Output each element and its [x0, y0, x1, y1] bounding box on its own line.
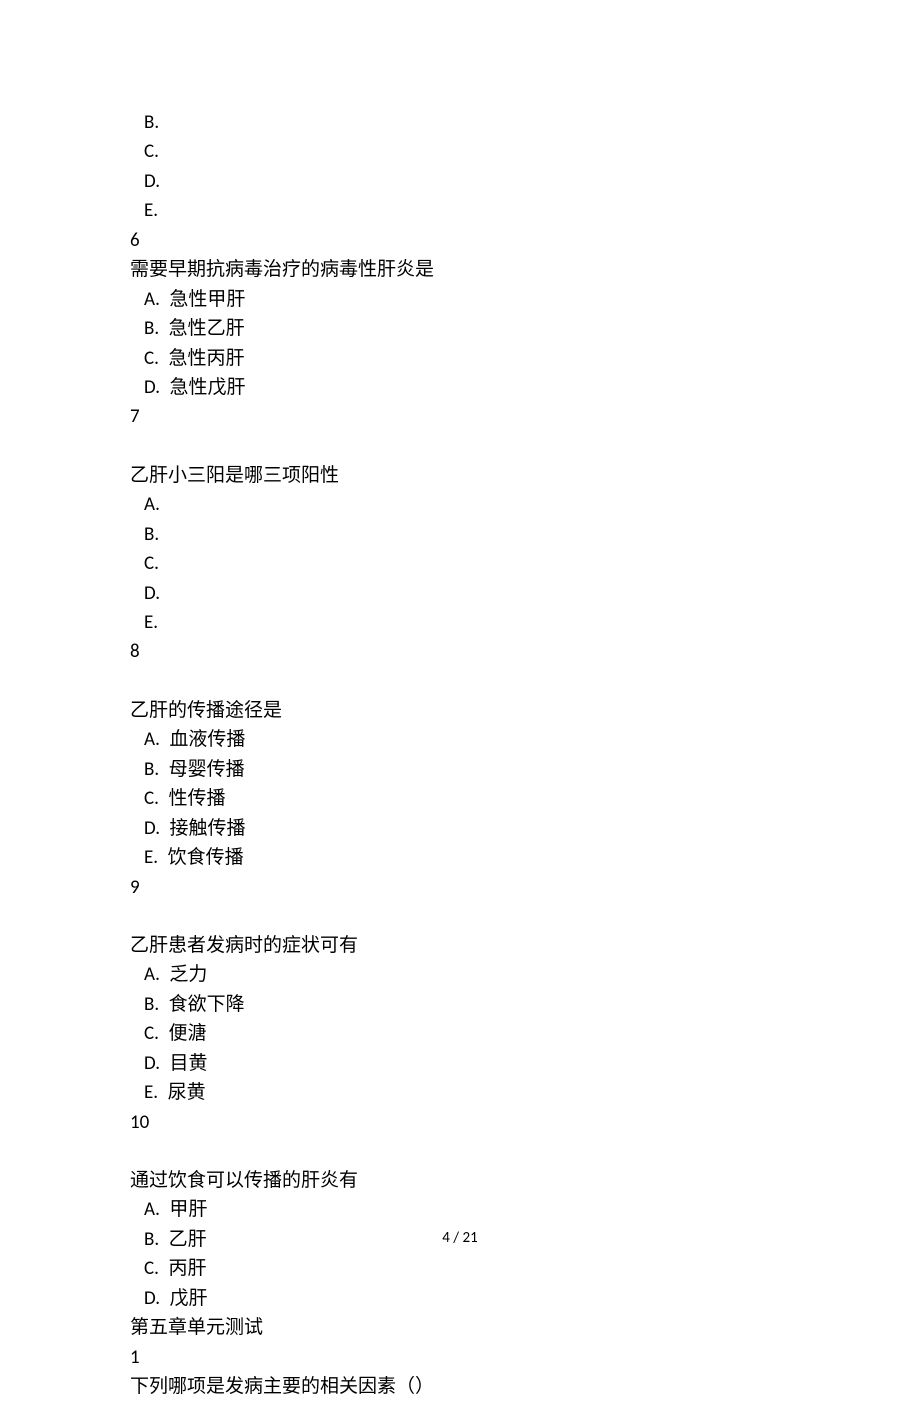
option-row: E. 尿黄: [130, 1078, 790, 1107]
option-letter: A.: [144, 963, 160, 986]
option-letter: C.: [144, 787, 159, 810]
option-text: 尿黄: [168, 1082, 206, 1103]
option-row: B. 急性乙肝: [130, 314, 790, 343]
document-content: B. C. D. E. 6 需要早期抗病毒治疗的病毒性肝炎是 A. 急性甲肝 B…: [130, 108, 790, 1402]
option-row: D.: [130, 579, 790, 608]
option-text: 急性乙肝: [169, 318, 245, 339]
option-letter: B.: [144, 317, 159, 340]
option-row: A. 甲肝: [130, 1195, 790, 1224]
option-row: B. 母婴传播: [130, 755, 790, 784]
option-letter: D.: [144, 170, 160, 193]
option-text: 急性甲肝: [169, 289, 245, 310]
option-row: D. 接触传播: [130, 814, 790, 843]
option-letter: E.: [144, 846, 158, 869]
question-number: 6: [130, 226, 790, 255]
option-row: C. 性传播: [130, 784, 790, 813]
option-row: E. 饮食传播: [130, 843, 790, 872]
option-text: 接触传播: [170, 818, 246, 839]
option-row: A. 血液传播: [130, 725, 790, 754]
question-number: 7: [130, 402, 790, 431]
option-text: 饮食传播: [168, 847, 244, 868]
option-letter: D.: [144, 582, 160, 605]
option-letter: C.: [144, 347, 159, 370]
question-stem: 下列哪项是发病主要的相关因素（）: [130, 1372, 790, 1401]
option-letter: B.: [144, 523, 159, 546]
option-text: 丙肝: [168, 1258, 206, 1279]
option-row: B.: [130, 108, 790, 137]
question-number: 1: [130, 1343, 790, 1372]
option-row: C. 便溏: [130, 1019, 790, 1048]
option-row: E.: [130, 608, 790, 637]
option-row: D. 戊肝: [130, 1284, 790, 1313]
option-text: 便溏: [168, 1023, 206, 1044]
option-letter: D.: [144, 817, 160, 840]
option-letter: A.: [144, 728, 160, 751]
option-row: D.: [130, 167, 790, 196]
option-text: 母婴传播: [169, 759, 245, 780]
question-stem: 通过饮食可以传播的肝炎有: [130, 1166, 790, 1195]
option-row: E.: [130, 196, 790, 225]
question-stem: 乙肝小三阳是哪三项阳性: [130, 461, 790, 490]
option-row: D. 目黄: [130, 1049, 790, 1078]
option-letter: B.: [144, 111, 159, 134]
option-text: 目黄: [170, 1053, 208, 1074]
option-letter: A.: [144, 493, 160, 516]
option-text: 乏力: [169, 964, 207, 985]
option-text: 急性丙肝: [168, 348, 244, 369]
option-letter: E.: [144, 199, 158, 222]
option-letter: B.: [144, 758, 159, 781]
question-stem: 乙肝的传播途径是: [130, 696, 790, 725]
option-row: A. 急性甲肝: [130, 285, 790, 314]
question-stem: 需要早期抗病毒治疗的病毒性肝炎是: [130, 255, 790, 284]
blank-line: [130, 667, 790, 696]
option-letter: E.: [144, 1081, 158, 1104]
option-row: C.: [130, 137, 790, 166]
option-row: C. 丙肝: [130, 1254, 790, 1283]
option-text: 急性戊肝: [170, 377, 246, 398]
option-letter: C.: [144, 140, 159, 163]
blank-line: [130, 902, 790, 931]
blank-line: [130, 432, 790, 461]
chapter-title: 第五章单元测试: [130, 1313, 790, 1342]
option-text: 血液传播: [169, 729, 245, 750]
option-row: B. 食欲下降: [130, 990, 790, 1019]
option-letter: D.: [144, 376, 160, 399]
option-letter: C.: [144, 552, 159, 575]
option-text: 食欲下降: [169, 994, 245, 1015]
option-letter: B.: [144, 993, 159, 1016]
page-footer: 4 / 21: [0, 1227, 920, 1250]
option-text: 戊肝: [170, 1288, 208, 1309]
option-row: B.: [130, 520, 790, 549]
option-letter: C.: [144, 1257, 159, 1280]
option-row: D. 急性戊肝: [130, 373, 790, 402]
question-stem: 乙肝患者发病时的症状可有: [130, 931, 790, 960]
option-row: C.: [130, 549, 790, 578]
option-letter: D.: [144, 1052, 160, 1075]
option-row: A.: [130, 490, 790, 519]
option-letter: E.: [144, 611, 158, 634]
question-number: 8: [130, 637, 790, 666]
option-letter: C.: [144, 1022, 159, 1045]
option-letter: A.: [144, 1198, 160, 1221]
option-text: 甲肝: [169, 1199, 207, 1220]
option-row: A. 乏力: [130, 960, 790, 989]
blank-line: [130, 1137, 790, 1166]
option-row: C. 急性丙肝: [130, 344, 790, 373]
option-letter: A.: [144, 288, 160, 311]
question-number: 10: [130, 1108, 790, 1137]
question-number: 9: [130, 873, 790, 902]
option-letter: D.: [144, 1287, 160, 1310]
option-text: 性传播: [168, 788, 225, 809]
